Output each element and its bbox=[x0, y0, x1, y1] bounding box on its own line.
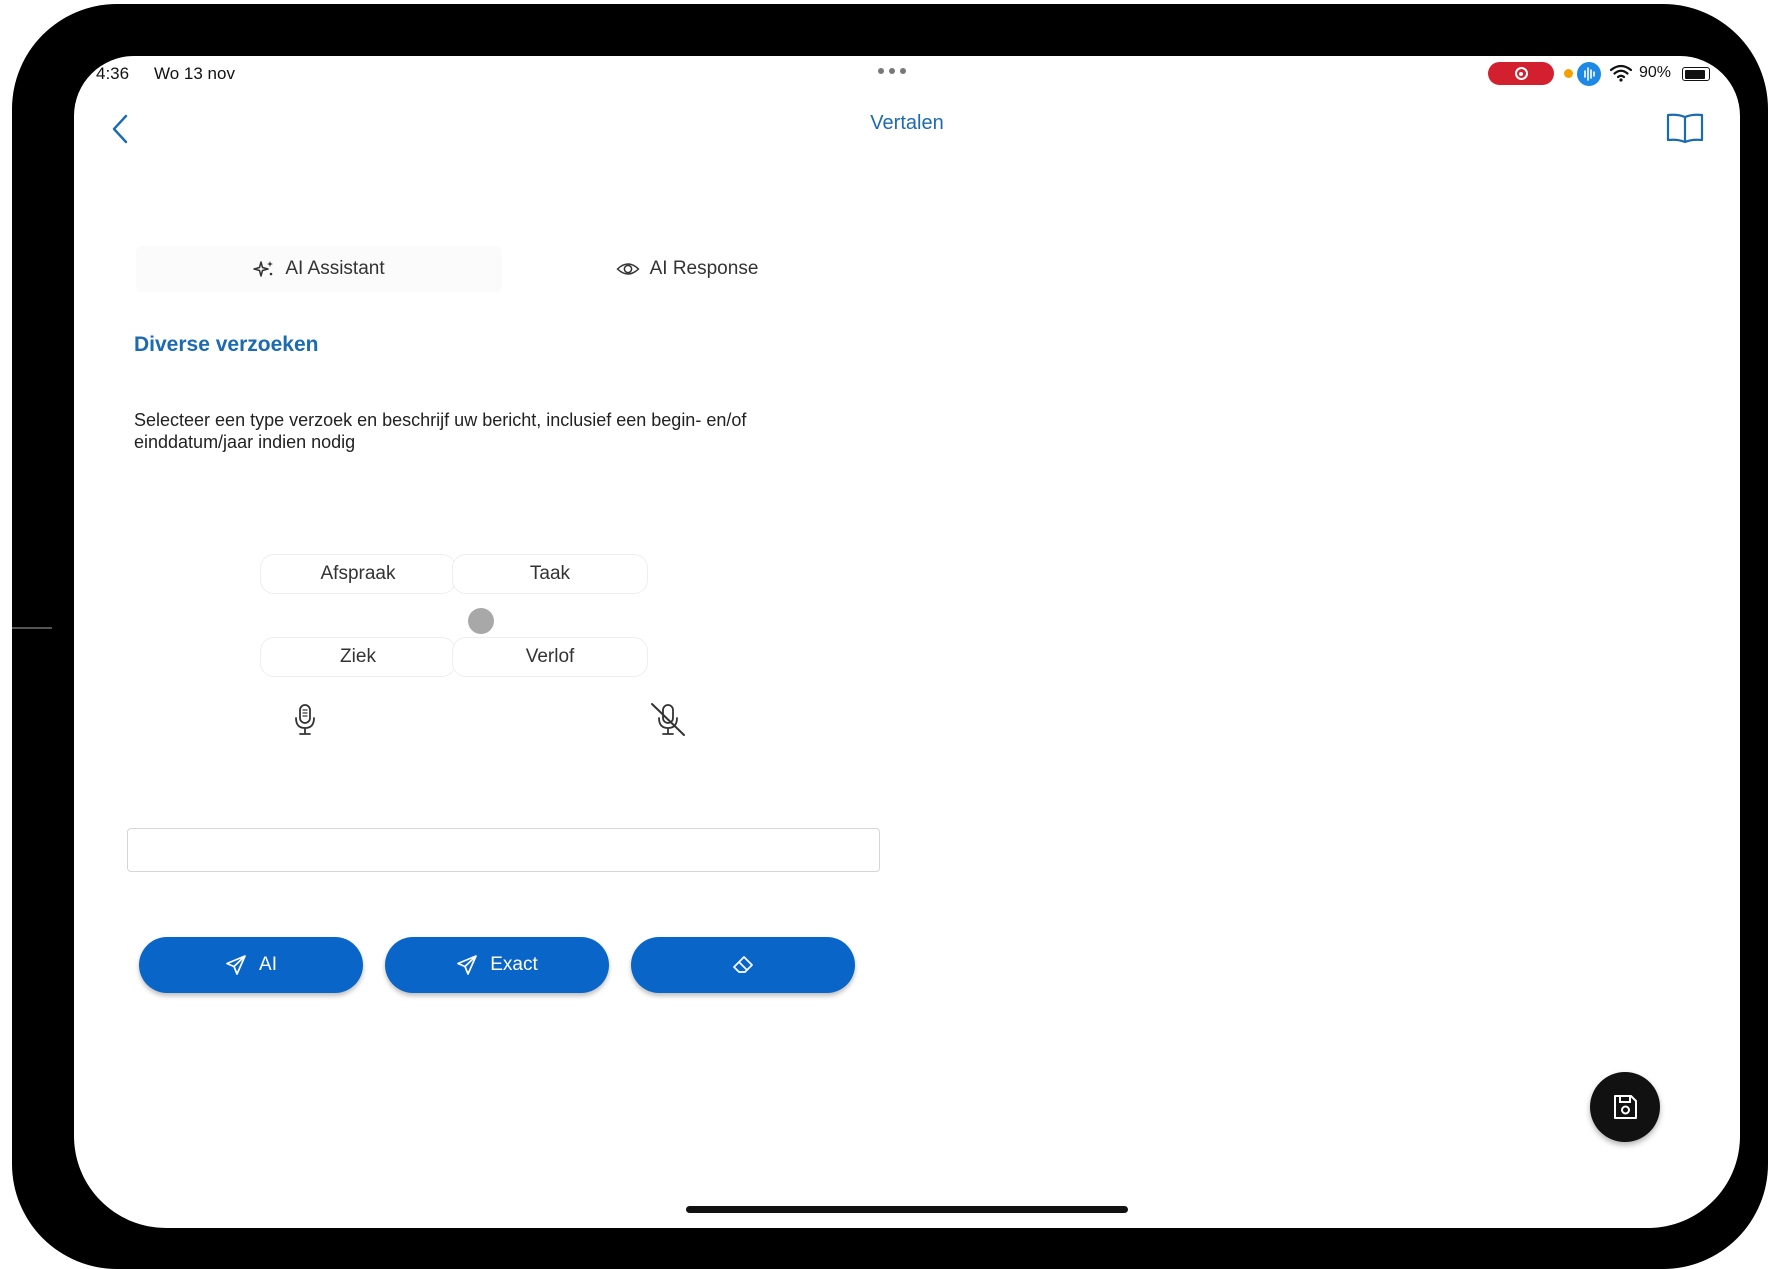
tab-ai-response-label: AI Response bbox=[649, 258, 759, 279]
mic-in-use-indicator bbox=[1564, 69, 1573, 78]
book-icon bbox=[1666, 113, 1704, 144]
tab-ai-assistant-label: AI Assistant bbox=[285, 258, 385, 279]
exact-send-label: Exact bbox=[490, 954, 538, 975]
eye-icon bbox=[616, 263, 640, 275]
stop-voice-button[interactable] bbox=[648, 702, 688, 738]
tab-ai-response[interactable]: AI Response bbox=[504, 246, 870, 292]
request-type-ziek[interactable]: Ziek bbox=[260, 637, 456, 677]
ai-send-button[interactable]: AI bbox=[139, 937, 363, 993]
request-type-verlof[interactable]: Verlof bbox=[452, 637, 648, 677]
microphone-icon bbox=[295, 704, 315, 735]
request-type-taak[interactable]: Taak bbox=[452, 554, 648, 594]
message-input[interactable] bbox=[127, 828, 880, 872]
microphone-off-icon bbox=[651, 703, 685, 736]
app-screen: 4:36 Wo 13 nov 90% Vertalen AI Assistant… bbox=[74, 56, 1740, 1228]
touch-indicator bbox=[468, 608, 494, 634]
page-title: Vertalen bbox=[870, 112, 944, 134]
clear-button[interactable] bbox=[631, 937, 855, 993]
request-type-afspraak[interactable]: Afspraak bbox=[260, 554, 456, 594]
ai-send-label: AI bbox=[259, 954, 277, 975]
battery-percentage: 90% bbox=[1639, 64, 1672, 81]
send-icon bbox=[457, 955, 478, 975]
exact-send-button[interactable]: Exact bbox=[385, 937, 609, 993]
sparkles-icon bbox=[253, 261, 274, 277]
section-title: Diverse verzoeken bbox=[134, 333, 319, 356]
home-indicator[interactable] bbox=[686, 1206, 1128, 1213]
status-date: Wo 13 nov bbox=[154, 64, 235, 83]
screen-record-icon[interactable] bbox=[1488, 62, 1554, 85]
status-time: 4:36 bbox=[96, 64, 130, 83]
instructions-text: Selecteer een type verzoek en beschrijf … bbox=[134, 409, 834, 453]
microphone-active-icon bbox=[1577, 62, 1601, 86]
tablet-frame: 4:36 Wo 13 nov 90% Vertalen AI Assistant… bbox=[12, 4, 1768, 1269]
save-icon bbox=[1614, 1095, 1637, 1119]
tab-ai-assistant[interactable]: AI Assistant bbox=[136, 246, 502, 292]
save-button[interactable] bbox=[1590, 1072, 1660, 1142]
multitasking-dots-icon[interactable] bbox=[878, 68, 906, 74]
battery-icon bbox=[1682, 67, 1710, 81]
send-icon bbox=[226, 955, 246, 975]
eraser-icon bbox=[733, 956, 753, 973]
device-edge-line bbox=[12, 627, 52, 629]
start-voice-button[interactable] bbox=[289, 702, 321, 738]
wifi-icon bbox=[1610, 64, 1632, 82]
book-button[interactable] bbox=[1664, 111, 1706, 145]
instructions-line-2: einddatum/jaar indien nodig bbox=[134, 432, 356, 452]
instructions-line-1: Selecteer een type verzoek en beschrijf … bbox=[134, 410, 747, 430]
